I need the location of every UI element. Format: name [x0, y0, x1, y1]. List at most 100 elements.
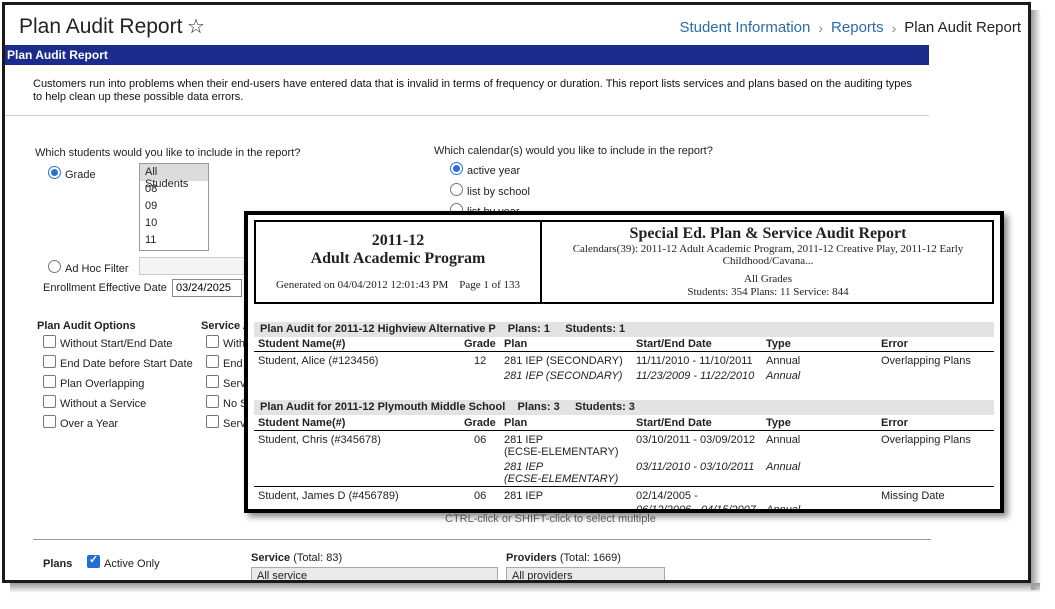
enrollment-date-label: Enrollment Effective Date — [43, 282, 167, 294]
breadcrumb-student-information[interactable]: Student Information — [679, 19, 810, 36]
table-cell-dates: 03/11/2010 - 03/10/2011 — [636, 461, 755, 473]
calendars-question: Which calendar(s) would you like to incl… — [434, 145, 713, 157]
students-question: Which students would you like to include… — [35, 147, 301, 159]
table-cell-grade: 06 — [474, 490, 487, 502]
table-cell-type: Annual — [766, 370, 801, 382]
enrollment-date-input[interactable] — [172, 279, 242, 297]
column-header: Start/End Date — [636, 417, 712, 429]
grade-option[interactable]: 09 — [140, 198, 208, 215]
service-option[interactable]: All service — [257, 570, 307, 580]
section-plans: Plans: 3 — [517, 401, 560, 413]
column-header: Type — [766, 417, 791, 429]
over-a-year-checkbox[interactable] — [43, 415, 56, 428]
page-title: Plan Audit Report — [19, 15, 183, 38]
table-cell-dates: 06/12/2006 - 04/15/2007 — [636, 504, 756, 513]
frame-shadow — [10, 583, 1040, 593]
providers-label: Providers — [506, 552, 557, 564]
table-cell-plan: 281 IEP (SECONDARY) — [504, 370, 623, 382]
grade-radio[interactable] — [48, 166, 61, 179]
service-option-checkbox[interactable] — [206, 395, 219, 408]
grade-label: Grade — [65, 169, 96, 181]
table-cell-plan: 281 IEP — [504, 490, 544, 502]
without-start-end-checkbox[interactable] — [43, 335, 56, 348]
plan-option-label: Without Start/End Date — [60, 338, 173, 350]
grade-option[interactable]: 11 — [140, 232, 208, 249]
breadcrumb-reports[interactable]: Reports — [831, 19, 884, 36]
column-header: Error — [881, 417, 908, 429]
table-cell-type: Annual — [766, 461, 801, 473]
providers-select[interactable]: All providers — [506, 567, 665, 580]
table-cell-dates: 11/11/2010 - 11/10/2011 — [636, 355, 753, 367]
chevron-right-icon: › — [818, 19, 824, 36]
table-cell-error: Overlapping Plans — [881, 355, 971, 367]
service-select[interactable]: All service — [251, 567, 498, 580]
report-page: Page 1 of 133 — [459, 279, 521, 291]
star-icon[interactable]: ☆ — [187, 15, 205, 39]
calendar-option-label: list by school — [467, 186, 530, 198]
report-header-left: 2011-12 Adult Academic Program Generated… — [256, 222, 542, 302]
divider — [254, 486, 994, 487]
grade-select-list[interactable]: All Students 08 09 10 11 — [139, 163, 209, 251]
column-header: Type — [766, 338, 791, 350]
section-students: Students: 3 — [575, 401, 635, 413]
table-cell-dates: 02/14/2005 - — [636, 490, 698, 502]
column-header: Error — [881, 338, 908, 350]
service-option-checkbox[interactable] — [206, 375, 219, 388]
without-service-checkbox[interactable] — [43, 395, 56, 408]
column-header: Plan — [504, 417, 528, 429]
adhoc-filter-select[interactable] — [139, 257, 249, 275]
section-plans: Plans: 1 — [507, 323, 550, 335]
table-cell-dates: 03/10/2011 - 03/09/2012 — [636, 434, 756, 446]
table-cell-student: Student, Alice (#123456) — [258, 355, 379, 367]
service-option-checkbox[interactable] — [206, 415, 219, 428]
plan-audit-options-heading: Plan Audit Options — [37, 320, 136, 332]
providers-total: (Total: 1669) — [559, 552, 621, 564]
section-title: Plan Audit for 2011-12 Highview Alternat… — [260, 323, 496, 335]
report-description: Customers run into problems when their e… — [33, 78, 913, 103]
list-by-school-radio[interactable] — [450, 183, 463, 196]
plan-option-label: Without a Service — [60, 398, 147, 410]
breadcrumb-current: Plan Audit Report — [904, 19, 1021, 36]
page-header: Plan Audit Report ☆ Student Information … — [5, 5, 1028, 49]
active-only-checkbox[interactable] — [87, 553, 100, 568]
calendar-option-label: active year — [467, 165, 521, 177]
plan-option-label: Over a Year — [60, 418, 119, 430]
report-year: 2011-12 — [371, 232, 425, 249]
plan-overlapping-checkbox[interactable] — [43, 375, 56, 388]
table-cell-grade: 06 — [474, 434, 487, 446]
divider — [254, 351, 994, 352]
service-option-checkbox[interactable] — [206, 355, 219, 368]
end-before-start-checkbox[interactable] — [43, 355, 56, 368]
providers-heading: Providers (Total: 1669) — [506, 552, 621, 564]
column-header: Plan — [504, 338, 528, 350]
grade-option[interactable]: 10 — [140, 215, 208, 232]
providers-option[interactable]: All providers — [512, 570, 573, 580]
column-header: Student Name(#) — [258, 417, 346, 429]
table-cell-grade: 12 — [474, 355, 487, 367]
report-section-header: Plan Audit for 2011-12 Plymouth Middle S… — [254, 400, 994, 415]
report-preview: 2011-12 Adult Academic Program Generated… — [244, 211, 1004, 513]
report-grades: All Grades — [744, 273, 792, 285]
frame-shadow — [1031, 10, 1041, 590]
table-cell-student: Student, James D (#456789) — [258, 490, 399, 502]
report-generated-time: Generated on 04/04/2012 12:01:43 PM — [275, 279, 449, 291]
adhoc-radio[interactable] — [48, 260, 61, 273]
service-option-checkbox[interactable] — [206, 335, 219, 348]
breadcrumb: Student Information › Reports › Plan Aud… — [679, 19, 1021, 36]
service-total: (Total: 83) — [293, 552, 343, 564]
active-only-label: Active Only — [104, 558, 160, 570]
table-cell-type: Annual — [766, 504, 801, 513]
plan-option-label: End Date before Start Date — [60, 358, 193, 370]
active-year-radio[interactable] — [450, 162, 463, 175]
column-header: Student Name(#) — [258, 338, 346, 350]
table-cell-plan: 281 IEP — [504, 434, 544, 446]
column-header: Grade — [464, 417, 496, 429]
plans-label: Plans — [43, 558, 73, 570]
service-heading: Service (Total: 83) — [251, 552, 342, 564]
plan-option-label: Plan Overlapping — [60, 378, 145, 390]
table-cell-type: Annual — [766, 355, 801, 367]
table-cell-error: Overlapping Plans — [881, 434, 971, 446]
grade-option[interactable]: All Students — [140, 164, 208, 190]
table-cell-plan: (ECSE-ELEMENTARY) — [504, 446, 619, 458]
chevron-right-icon: › — [891, 19, 897, 36]
